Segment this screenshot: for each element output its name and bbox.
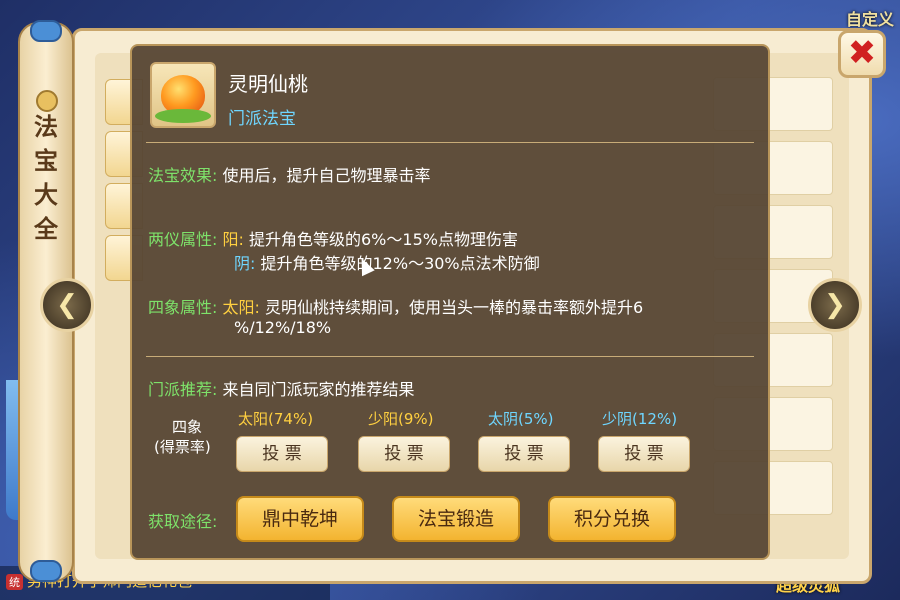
chat-system-tag: 统 [6, 574, 23, 590]
effect-label: 法宝效果: [148, 166, 218, 185]
divider [146, 356, 754, 357]
yin-label: 阴: [234, 254, 256, 273]
taiyang-label: 太阳: [222, 298, 260, 317]
yang-label: 阳: [222, 230, 244, 249]
liangyi-label: 两仪属性: [148, 230, 218, 249]
acquire-label: 获取途径: [148, 512, 218, 531]
vote-label-shaoyin: 少阴(12%) [602, 410, 678, 428]
vote-button-shaoyang[interactable]: 投 票 [358, 436, 450, 472]
vote-button-taiyin[interactable]: 投 票 [478, 436, 570, 472]
item-type: 门派法宝 [228, 109, 296, 129]
vote-label-taiyang: 太阳(74%) [238, 410, 314, 428]
acquire-button-exchange[interactable]: 积分兑换 [548, 496, 676, 542]
prev-page-button[interactable]: ❮ [40, 278, 94, 332]
vote-button-shaoyin[interactable]: 投 票 [598, 436, 690, 472]
vote-label-shaoyang: 少阳(9%) [368, 410, 434, 428]
vote-label-taiyin: 太阴(5%) [488, 410, 554, 428]
sixiang-label: 四象属性: [148, 298, 218, 317]
acquire-button-dingzhong[interactable]: 鼎中乾坤 [236, 496, 364, 542]
vote-button-taiyang[interactable]: 投 票 [236, 436, 328, 472]
scroll-cap-top [30, 20, 62, 42]
next-page-button[interactable]: ❯ [808, 278, 862, 332]
recommend-text: 来自同门派玩家的推荐结果 [222, 380, 415, 399]
recommend-label: 门派推荐: [148, 380, 218, 399]
scroll-cap-bottom [30, 560, 62, 582]
custom-label[interactable]: 自定义 [846, 6, 894, 30]
yang-text: 提升角色等级的6%～15%点物理伤害 [249, 230, 518, 249]
scroll-knot-icon [36, 90, 58, 112]
divider [146, 142, 754, 143]
item-name: 灵明仙桃 [228, 72, 308, 96]
taiyang-text-line2: %/12%/18% [234, 318, 332, 337]
close-button[interactable]: ✖ [838, 30, 886, 78]
scroll-title: 法宝大全 [34, 112, 58, 243]
peach-icon [155, 75, 211, 123]
vote-side-label: 四象 [172, 418, 203, 436]
effect-text: 使用后，提升自己物理暴击率 [222, 166, 431, 185]
taiyang-text-line1: 灵明仙桃持续期间，使用当头一棒的暴击率额外提升6 [265, 298, 644, 317]
acquire-button-forge[interactable]: 法宝锻造 [392, 496, 520, 542]
item-icon-frame [150, 62, 216, 128]
treasure-detail-popup: 灵明仙桃 门派法宝 法宝效果: 使用后，提升自己物理暴击率 两仪属性: 阳: 提… [130, 44, 770, 560]
vote-side-sublabel: (得票率) [154, 438, 211, 456]
yin-text: 提升角色等级的12%～30%点法术防御 [260, 254, 540, 273]
